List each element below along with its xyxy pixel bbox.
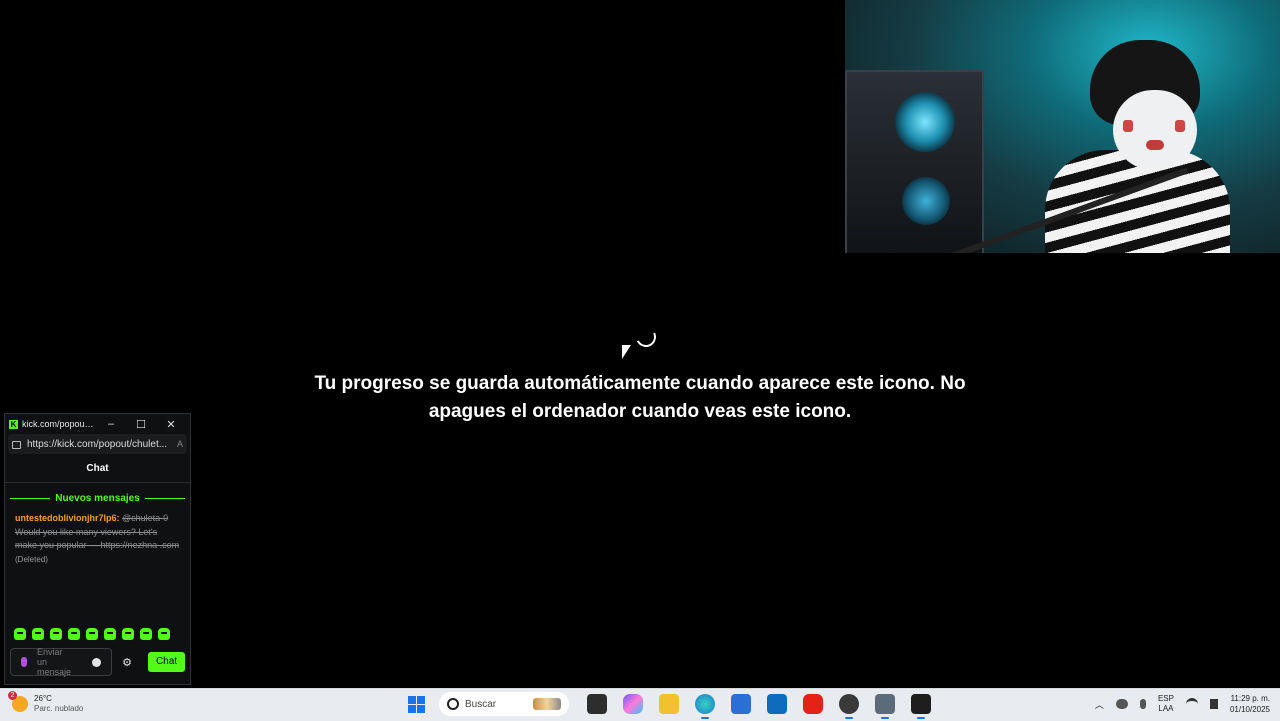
loading-spinner-icon — [633, 324, 659, 350]
face-paint — [1123, 120, 1133, 132]
search-placeholder: Buscar — [465, 698, 497, 710]
autosave-message: Tu progreso se guarda automáticamente cu… — [314, 373, 966, 422]
taskbar-apps: Buscar — [408, 692, 935, 719]
weather-temp: 26°C — [34, 694, 52, 703]
weather-desc: Parc. nublado — [34, 704, 84, 713]
chat-input-row: Enviar un mensaje ⚙ Chat — [10, 647, 185, 677]
microsoft-store-icon[interactable] — [731, 694, 751, 714]
camera-icon[interactable] — [875, 694, 895, 719]
chat-text: Would you like many viewers? Let's make … — [15, 526, 180, 551]
weather-widget[interactable]: 2 26°C Parc. nublado — [8, 691, 84, 714]
chat-input[interactable]: Enviar un mensaje — [10, 647, 112, 677]
read-aloud-icon[interactable]: A — [177, 439, 183, 449]
send-chat-button[interactable]: Chat — [148, 652, 185, 672]
emote-icon[interactable] — [158, 628, 170, 640]
window-title: kick.com/popout/ch... — [22, 419, 96, 429]
emote-icon[interactable] — [122, 628, 134, 640]
youtube-icon[interactable] — [803, 694, 823, 714]
address-bar[interactable]: https://kick.com/popout/chulet... A — [8, 434, 187, 454]
minimize-icon[interactable]: – — [96, 418, 126, 430]
lock-icon — [12, 441, 21, 449]
emote-icon[interactable] — [140, 628, 152, 640]
search-highlight-icon — [533, 698, 561, 710]
streamer — [1045, 40, 1230, 253]
kick-logo-icon: K — [9, 419, 18, 429]
chat-input-placeholder: Enviar un mensaje — [37, 647, 72, 677]
case-fan — [895, 92, 955, 152]
onedrive-icon[interactable] — [1115, 699, 1128, 709]
chat-header: Chat — [5, 456, 190, 483]
emote-icon[interactable] — [86, 628, 98, 640]
deleted-label: (Deleted) — [15, 554, 48, 564]
face-paint — [1146, 140, 1164, 150]
close-icon[interactable]: ✕ — [156, 418, 186, 431]
emote-icon[interactable] — [68, 628, 80, 640]
clock[interactable]: 11:29 p. m. 01/10/2025 — [1230, 693, 1270, 715]
emote-icon[interactable] — [32, 628, 44, 640]
start-windows-icon[interactable] — [408, 695, 425, 713]
case-fan — [902, 177, 950, 225]
new-messages-divider: Nuevos mensajes — [10, 493, 185, 504]
clock-date: 01/10/2025 — [1229, 705, 1270, 714]
file-explorer-icon[interactable] — [659, 694, 679, 714]
face-paint — [1175, 120, 1185, 132]
task-view-icon[interactable] — [587, 694, 607, 714]
clock-time: 11:29 p. m. — [1230, 694, 1270, 703]
language-indicator[interactable]: ESP LAA — [1158, 694, 1174, 714]
url-text: https://kick.com/popout/chulet... — [27, 438, 168, 450]
copilot-icon[interactable] — [623, 694, 643, 714]
windows-taskbar: 2 26°C Parc. nublado Buscar ︿ ESP LAA 11… — [0, 688, 1280, 721]
settings-gear-icon[interactable]: ⚙ — [118, 656, 136, 669]
weather-sun-icon: 2 — [8, 691, 28, 712]
microphone-icon[interactable] — [1139, 699, 1146, 709]
mouse-cursor-icon — [622, 345, 631, 359]
divider-line — [10, 498, 51, 499]
webcam-overlay — [845, 0, 1280, 253]
window-titlebar[interactable]: K kick.com/popout/ch... – ☐ ✕ — [5, 414, 190, 434]
maximize-icon[interactable]: ☐ — [126, 418, 156, 431]
computer-case — [845, 70, 984, 253]
chat-popout-window[interactable]: K kick.com/popout/ch... – ☐ ✕ https://ki… — [4, 413, 191, 685]
emote-bar — [14, 628, 170, 640]
outlook-icon[interactable] — [767, 694, 787, 714]
system-tray: ︿ ESP LAA 11:29 p. m. 01/10/2025 — [1095, 693, 1270, 715]
divider-line — [144, 498, 185, 499]
search-icon — [447, 698, 459, 710]
emote-icon[interactable] — [14, 628, 26, 640]
emoji-picker-icon[interactable] — [92, 657, 101, 667]
obs-icon[interactable] — [839, 694, 859, 719]
notification-badge: 2 — [8, 691, 17, 700]
terminal-icon[interactable] — [911, 694, 931, 719]
chat-mention: @chuleta-0 — [122, 513, 169, 523]
chat-message: untestedoblivionjhr7lp6: @chuleta-0 Woul… — [15, 512, 180, 566]
emote-icon[interactable] — [104, 628, 116, 640]
chevron-up-icon[interactable]: ︿ — [1095, 698, 1104, 711]
chat-username[interactable]: untestedoblivionjhr7lp6: — [15, 513, 120, 523]
taskbar-search[interactable]: Buscar — [439, 692, 569, 716]
mic-icon[interactable] — [21, 657, 27, 667]
clown-face — [1113, 90, 1197, 170]
wifi-icon[interactable] — [1185, 697, 1198, 711]
volume-icon[interactable] — [1209, 699, 1218, 709]
new-messages-label: Nuevos mensajes — [55, 493, 140, 504]
edge-browser-icon[interactable] — [695, 694, 715, 719]
keyboard-layout: LAA — [1158, 704, 1174, 713]
language-code: ESP — [1157, 694, 1174, 703]
emote-icon[interactable] — [50, 628, 62, 640]
